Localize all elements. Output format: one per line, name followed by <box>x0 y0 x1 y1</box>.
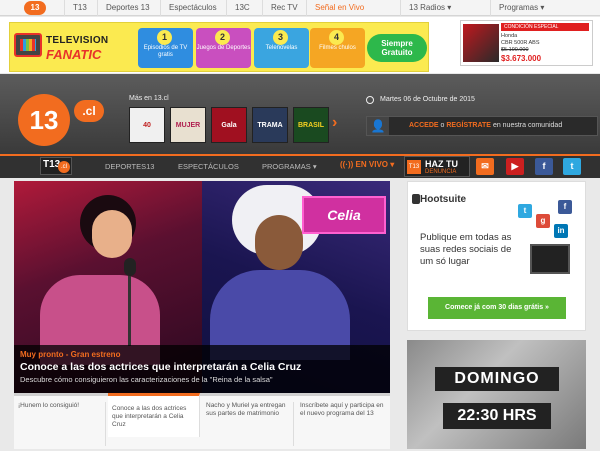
domingo-time: 22:30 HRS <box>443 403 551 429</box>
nav-deportes13[interactable]: Deportes 13 <box>97 0 150 16</box>
mas-en-13-label: Más en 13.cl <box>129 95 169 102</box>
step-text: Telenovelas <box>265 45 298 51</box>
hootsuite-owl-icon <box>412 194 420 204</box>
ad-hootsuite[interactable]: Hootsuite t f g in Publique em todas as … <box>407 181 586 331</box>
actress2-face <box>255 215 303 270</box>
mail-icon[interactable]: ✉ <box>476 158 494 175</box>
hero-kicker: Muy pronto - Gran estreno <box>20 350 121 359</box>
nav-rectv[interactable]: Rec TV <box>262 0 298 16</box>
page: 13 T13 Deportes 13 Espectáculos 13C Rec … <box>0 0 600 451</box>
hero-title[interactable]: Conoce a las dos actrices que interpreta… <box>20 361 301 373</box>
mainnav-deportes13[interactable]: DEPORTES13 <box>105 162 154 171</box>
t13-logo[interactable]: T13 .cl <box>40 157 72 175</box>
step-num: 4 <box>329 30 344 45</box>
nav-espectaculos[interactable]: Espectáculos <box>160 0 217 16</box>
moto-price: $3.673.000 <box>501 54 542 63</box>
mainnav-programas[interactable]: PROGRAMAS ▾ <box>262 162 317 171</box>
moto-brand: Honda <box>501 33 518 39</box>
en-vivo-button[interactable]: ((·)) EN VIVO ▾ <box>340 160 394 169</box>
hootsuite-logo: Hootsuite <box>420 194 467 205</box>
logo-13-number: 13 <box>29 105 59 135</box>
linkedin-icon: in <box>554 224 568 238</box>
login-o: o <box>440 122 445 129</box>
ad-television-fanatic[interactable]: TELEVISION FANATIC 1 Episodios de TV grat… <box>9 22 429 72</box>
ad-brand-line1: TELEVISION <box>46 35 109 46</box>
logo-cl[interactable]: .cl <box>74 100 104 122</box>
user-avatar-icon: 👤 <box>367 117 389 135</box>
ad-honda-moto[interactable]: CONDICIÓN ESPECIAL Honda CBR 500R ABS $5… <box>460 20 593 66</box>
login-bar[interactable]: 👤 ACCEDE o REGÍSTRATE en nuestra comunid… <box>366 116 598 136</box>
thumb-brasil[interactable]: BRASIL <box>293 107 329 143</box>
step-text: Filmes chulos <box>319 45 356 51</box>
ad-step-3: 3 Telenovelas <box>254 28 309 68</box>
domingo-label: DOMINGO <box>435 367 559 391</box>
thumb-trama[interactable]: TRAMA <box>252 107 288 143</box>
step-text: Episodios de TV gratis <box>143 45 188 58</box>
haz-tu-denuncia-button[interactable]: T13 HAZ TU DENUNCIA <box>404 156 470 177</box>
nav-senal-en-vivo[interactable]: Señal en Vivo <box>306 0 364 16</box>
hootsuite-text: Publique em todas as suas redes sociais … <box>420 232 512 267</box>
hero-tab-1[interactable]: ¡Hunem lo consiguió! <box>14 402 106 446</box>
microphone-icon <box>124 258 136 276</box>
monitor-icon <box>530 244 570 274</box>
t13-logo-cl: .cl <box>58 161 70 173</box>
nav-programas[interactable]: Programas ▾ <box>490 0 544 16</box>
step-num: 3 <box>273 30 288 45</box>
hero-tab-3[interactable]: Nacho y Muriel ya entregan sus partes de… <box>202 402 294 446</box>
hero-tab-2[interactable]: Conoce a las dos actrices que interpreta… <box>108 393 200 437</box>
moto-header: CONDICIÓN ESPECIAL <box>501 23 589 31</box>
mic-stand <box>128 276 131 346</box>
login-rest: en nuestra comunidad <box>492 122 563 129</box>
hero-subtitle: Descubre cómo consiguieron las caracteri… <box>20 375 273 384</box>
haz-tu-label: HAZ TU <box>425 159 458 169</box>
mainnav-espectaculos[interactable]: ESPECTÁCULOS <box>178 162 239 171</box>
tv-icon <box>14 33 42 57</box>
facebook-icon: f <box>558 200 572 214</box>
current-date: Martes 06 de Octubre de 2015 <box>380 96 475 103</box>
thumb-gala[interactable]: Gala <box>211 107 247 143</box>
celia-neon-sign: Celia <box>302 196 386 234</box>
thumb-40[interactable]: 40 <box>129 107 165 143</box>
nav-t13[interactable]: T13 <box>64 0 87 16</box>
ad-step-1: 1 Episodios de TV gratis <box>138 28 193 68</box>
nav-13c[interactable]: 13C <box>226 0 250 16</box>
nav-13-radios[interactable]: 13 Radios ▾ <box>400 0 451 16</box>
clock-icon <box>366 96 374 104</box>
ad-brand-line2: FANATIC <box>46 47 102 62</box>
ad-step-4: 4 Filmes chulos <box>310 28 365 68</box>
googleplus-icon: g <box>536 214 550 228</box>
next-arrow-icon[interactable]: › <box>332 114 337 132</box>
moto-model: CBR 500R ABS <box>501 40 540 46</box>
denuncia-label: DENUNCIA <box>425 169 457 175</box>
logo-13-small[interactable]: 13 <box>24 1 46 15</box>
t13-small-icon: T13 <box>407 160 421 174</box>
youtube-icon[interactable]: ▶ <box>506 158 524 175</box>
logo-13[interactable]: 13 <box>18 94 70 146</box>
hero-tab-4[interactable]: Inscríbete aquí y participa en el nuevo … <box>296 402 388 446</box>
siempre-gratuito-button[interactable]: Siempre Gratuito <box>367 34 427 62</box>
motorcycle-image <box>463 24 499 62</box>
ad-domingo[interactable]: DOMINGO 22:30 HRS <box>407 340 586 449</box>
twitter-icon: t <box>518 204 532 218</box>
thumb-mujer[interactable]: MUJER <box>170 107 206 143</box>
step-num: 2 <box>215 30 230 45</box>
step-num: 1 <box>157 30 172 45</box>
hootsuite-cta-button[interactable]: Comece já com 30 dias grátis » <box>428 297 566 319</box>
accede-link[interactable]: ACCEDE <box>409 122 439 129</box>
registrate-link[interactable]: REGÍSTRATE <box>446 122 491 129</box>
login-text: ACCEDE o REGÍSTRATE en nuestra comunidad <box>409 122 562 129</box>
twitter-icon[interactable]: t <box>563 158 581 175</box>
actress1-face <box>92 210 132 258</box>
top-nav: 13 T13 Deportes 13 Espectáculos 13C Rec … <box>0 0 600 16</box>
ad-step-2: 2 Juegos de Deportes <box>196 28 251 68</box>
moto-old-price: $5.190.000 <box>501 47 529 53</box>
step-text: Juegos de Deportes <box>196 45 251 51</box>
facebook-icon[interactable]: f <box>535 158 553 175</box>
